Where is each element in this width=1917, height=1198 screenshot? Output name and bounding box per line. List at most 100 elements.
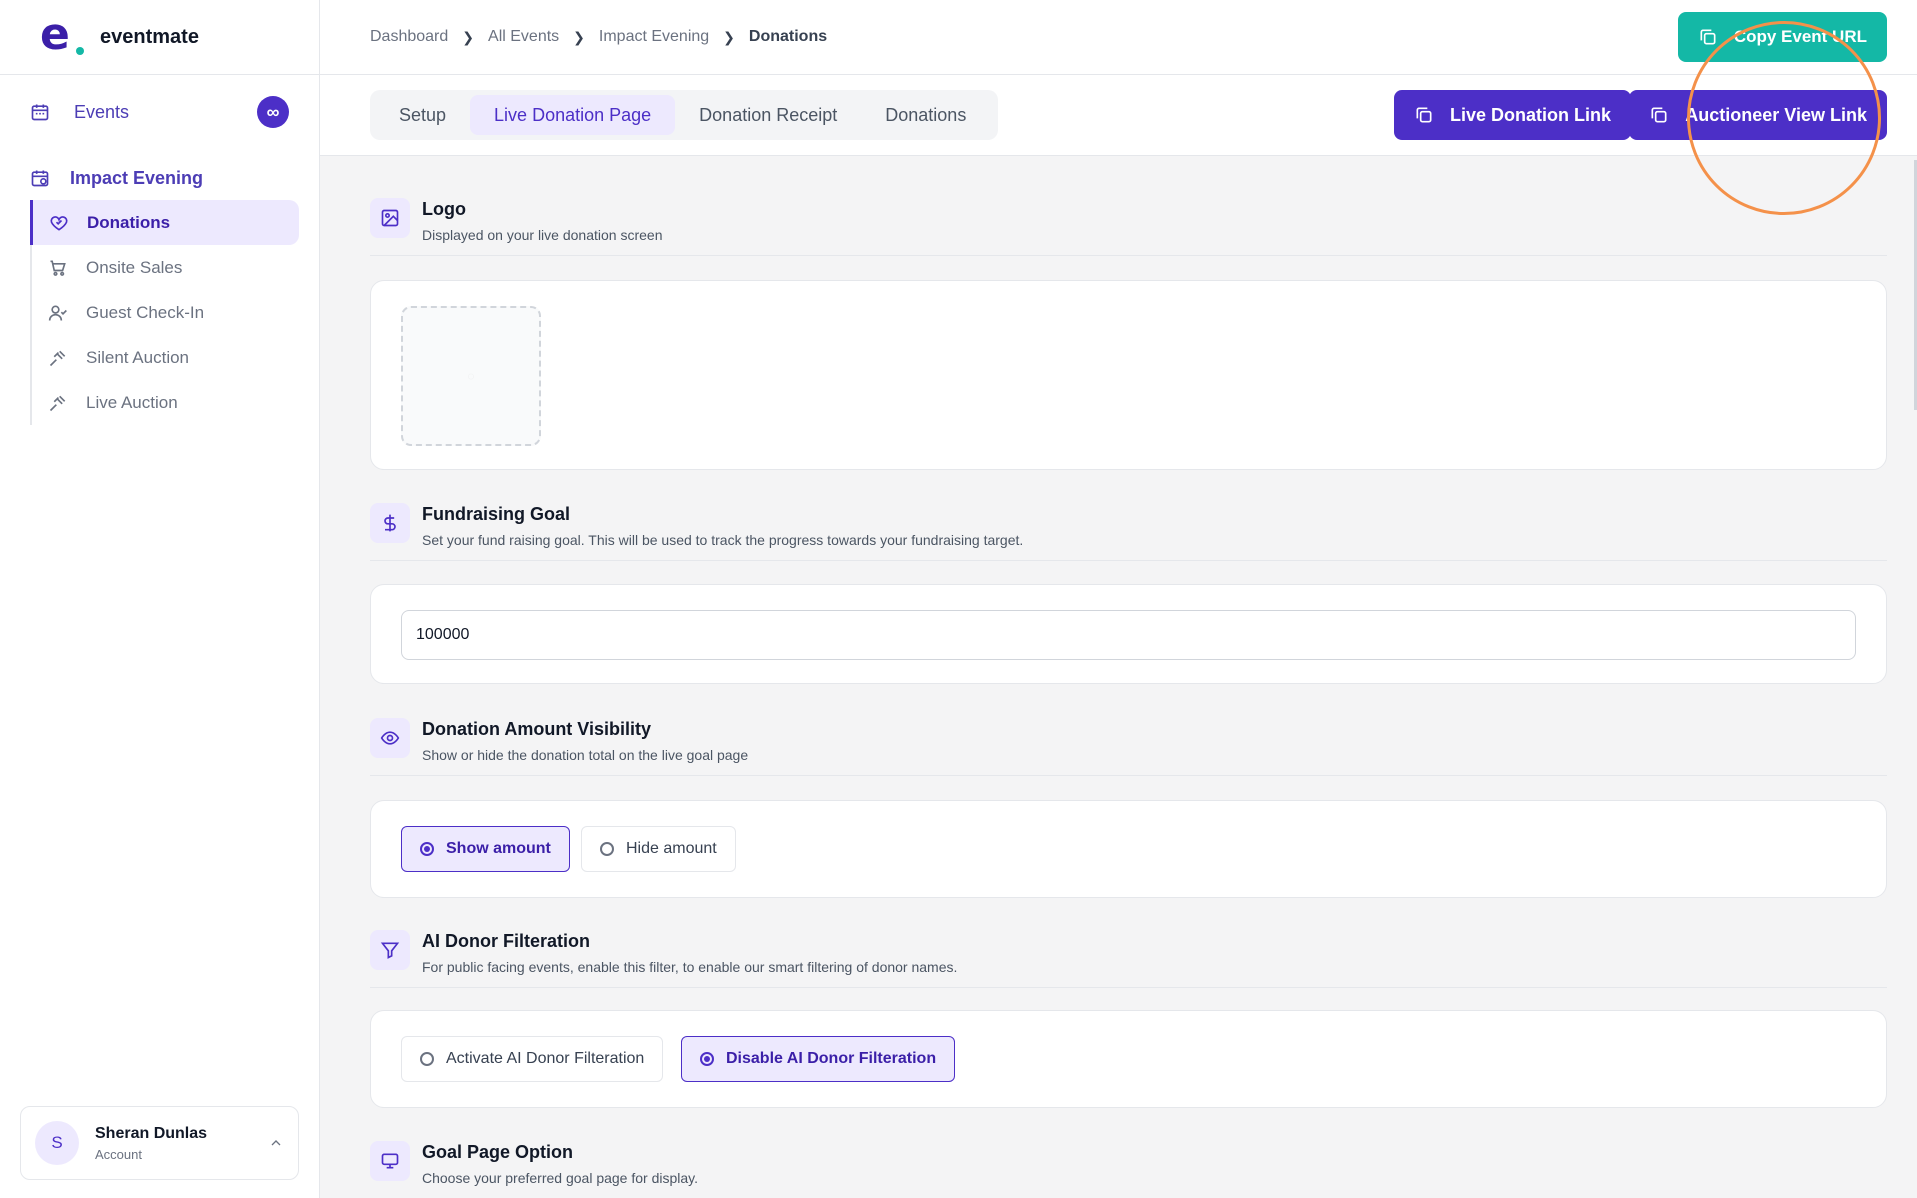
- radio-indicator: [700, 1052, 714, 1066]
- ai-filter-card: Activate AI Donor Filteration Disable AI…: [370, 1010, 1887, 1108]
- account-info: Sheran Dunlas Account: [95, 1125, 207, 1162]
- sidebar-item-label: Guest Check-In: [86, 302, 205, 322]
- section-title: Donation Amount Visibility: [422, 719, 651, 739]
- brand-logo-letter: e: [40, 9, 70, 60]
- tab-donation-receipt[interactable]: Donation Receipt: [675, 95, 861, 135]
- radio-label: Show amount: [446, 840, 551, 857]
- section-goal-page-header: Goal Page Option Choose your preferred g…: [370, 1139, 1887, 1198]
- section-description: Choose your preferred goal page for disp…: [422, 1170, 699, 1186]
- section-title: AI Donor Filteration: [422, 931, 590, 951]
- sidebar-item-live-auction[interactable]: Live Auction: [30, 380, 299, 425]
- account-menu[interactable]: S Sheran Dunlas Account: [20, 1106, 299, 1180]
- activate-ai-filter-radio[interactable]: Activate AI Donor Filteration: [401, 1036, 664, 1082]
- section-ai-filter-header: AI Donor Filteration For public facing e…: [370, 928, 1887, 988]
- chevron-right-icon: ❯: [573, 28, 585, 45]
- breadcrumb-all-events[interactable]: All Events: [488, 28, 559, 46]
- radio-label: Activate AI Donor Filteration: [446, 1050, 645, 1067]
- disable-ai-filter-radio[interactable]: Disable AI Donor Filteration: [681, 1036, 956, 1082]
- section-logo-header: Logo Displayed on your live donation scr…: [370, 196, 1887, 256]
- section-title: Goal Page Option: [422, 1142, 574, 1162]
- tab-bar: Setup Live Donation Page Donation Receip…: [370, 90, 998, 140]
- sidebar-item-label: Onsite Sales: [86, 257, 183, 277]
- radio-indicator: [600, 842, 614, 856]
- top-bar: Dashboard ❯ All Events ❯ Impact Evening …: [320, 0, 1917, 75]
- brand[interactable]: e eventmate: [0, 0, 319, 75]
- brand-logo-dot: [76, 47, 84, 55]
- sidebar-item-silent-auction[interactable]: Silent Auction: [30, 335, 299, 380]
- breadcrumb-impact-evening[interactable]: Impact Evening: [599, 28, 709, 46]
- user-check-icon: [48, 303, 70, 323]
- copy-event-url-label: Copy Event URL: [1733, 27, 1867, 46]
- brand-name: eventmate: [100, 25, 199, 48]
- radio-indicator: [420, 842, 434, 856]
- sidebar-item-guest-check-in[interactable]: Guest Check-In: [30, 290, 299, 335]
- tab-live-donation-page[interactable]: Live Donation Page: [470, 95, 676, 135]
- section-description: Displayed on your live donation screen: [422, 227, 663, 243]
- account-name: Sheran Dunlas: [95, 1124, 208, 1142]
- tab-donations[interactable]: Donations: [861, 95, 990, 135]
- copy-event-url-button[interactable]: Copy Event URL: [1677, 12, 1887, 62]
- app-root: e eventmate Events ∞ Impact Evening Dona…: [0, 0, 1917, 1198]
- breadcrumb-donations: Donations: [748, 28, 828, 45]
- breadcrumb-dashboard[interactable]: Dashboard: [370, 28, 448, 46]
- gavel-icon: [48, 393, 70, 413]
- radio-label: Hide amount: [626, 840, 717, 857]
- sidebar-group-label: Impact Evening: [70, 167, 204, 188]
- cart-icon: [48, 258, 70, 278]
- sidebar: e eventmate Events ∞ Impact Evening Dona…: [0, 0, 320, 1198]
- copy-icon: [1698, 27, 1718, 47]
- tab-setup[interactable]: Setup: [375, 95, 470, 135]
- sidebar-item-donations[interactable]: Donations: [30, 200, 299, 245]
- section-description: Show or hide the donation total on the l…: [422, 747, 749, 763]
- heart-handshake-icon: [49, 213, 71, 233]
- avatar: S: [35, 1121, 79, 1165]
- sidebar-group-impact-evening[interactable]: Impact Evening: [30, 160, 203, 196]
- section-description: Set your fund raising goal. This will be…: [422, 532, 1024, 548]
- visibility-card: Show amount Hide amount: [370, 800, 1887, 898]
- copy-icon: [1414, 105, 1434, 125]
- monitor-icon: [370, 1141, 410, 1181]
- section-title: Logo: [422, 199, 466, 219]
- copy-icon: [1649, 105, 1669, 125]
- sidebar-nav-list: Donations Onsite Sales Guest Check-In Si…: [30, 200, 299, 425]
- account-subtitle: Account: [95, 1146, 142, 1162]
- section-goal-header: Fundraising Goal Set your fund raising g…: [370, 501, 1887, 561]
- filter-icon: [370, 930, 410, 970]
- infinity-badge: ∞: [257, 96, 289, 128]
- logo-card: ◌: [370, 280, 1887, 470]
- calendar-icon: [30, 102, 54, 122]
- hide-amount-radio[interactable]: Hide amount: [581, 826, 736, 872]
- chevron-right-icon: ❯: [723, 28, 735, 45]
- brand-logo: e: [40, 13, 84, 57]
- calendar-event-icon: [30, 168, 54, 188]
- chevron-right-icon: ❯: [462, 28, 475, 45]
- logo-placeholder-icon: ◌: [467, 369, 475, 383]
- sidebar-item-label: Silent Auction: [86, 347, 190, 367]
- live-donation-link-button[interactable]: Live Donation Link: [1393, 90, 1631, 140]
- sidebar-item-label: Events: [74, 101, 130, 122]
- sidebar-item-events[interactable]: Events ∞: [30, 92, 289, 132]
- radio-label: Disable AI Donor Filteration: [726, 1050, 937, 1067]
- radio-indicator: [420, 1052, 434, 1066]
- dollar-icon: [370, 503, 410, 543]
- live-donation-link-label: Live Donation Link: [1449, 104, 1611, 125]
- tabs-row: Setup Live Donation Page Donation Receip…: [320, 75, 1917, 156]
- sidebar-item-onsite-sales[interactable]: Onsite Sales: [30, 245, 299, 290]
- eye-icon: [370, 718, 410, 758]
- sidebar-item-label: Donations: [87, 212, 171, 232]
- sidebar-item-label: Live Auction: [86, 392, 178, 412]
- chevron-up-icon[interactable]: [268, 1135, 284, 1151]
- auctioneer-view-link-label: Auctioneer View Link: [1685, 104, 1867, 125]
- main-content: Logo Displayed on your live donation scr…: [320, 156, 1917, 1198]
- image-icon: [370, 198, 410, 238]
- section-description: For public facing events, enable this fi…: [422, 959, 958, 975]
- gavel-icon: [48, 348, 70, 368]
- auctioneer-view-link-button[interactable]: Auctioneer View Link: [1629, 90, 1887, 140]
- section-title: Fundraising Goal: [422, 504, 571, 524]
- fundraising-goal-input[interactable]: [401, 610, 1856, 660]
- breadcrumb: Dashboard ❯ All Events ❯ Impact Evening …: [370, 28, 827, 46]
- show-amount-radio[interactable]: Show amount: [401, 826, 570, 872]
- section-visibility-header: Donation Amount Visibility Show or hide …: [370, 716, 1887, 776]
- logo-upload[interactable]: ◌: [401, 306, 541, 446]
- goal-card: [370, 584, 1887, 684]
